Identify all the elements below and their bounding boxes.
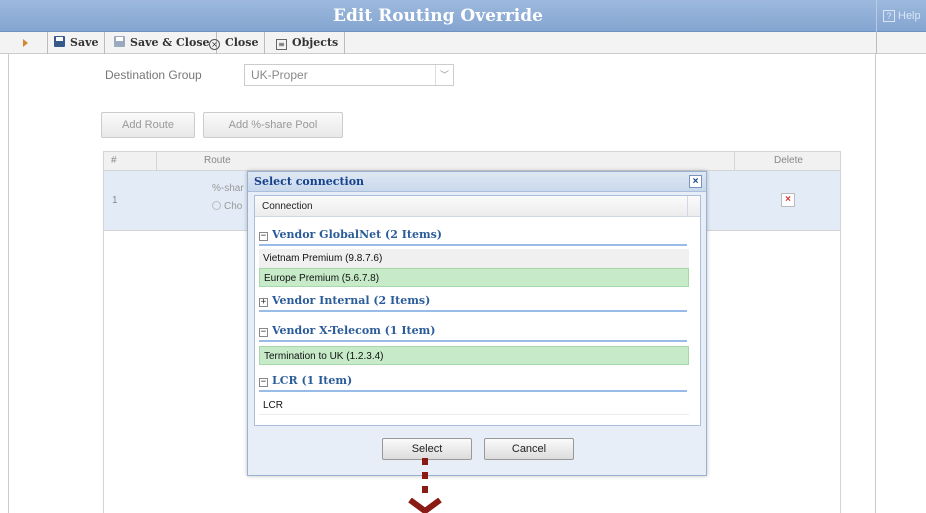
dialog-header: Select connection ×: [248, 172, 706, 192]
column-route: Route: [204, 155, 231, 166]
collapse-icon[interactable]: −: [259, 232, 268, 241]
group-lcr[interactable]: − LCR (1 Item): [259, 370, 687, 392]
dialog-close-icon[interactable]: ×: [689, 175, 702, 188]
collapse-icon[interactable]: −: [259, 378, 268, 387]
help-label: Help: [898, 10, 921, 22]
row-route-choice-label: Cho: [224, 201, 243, 212]
close-label: Close: [225, 36, 259, 49]
connection-column-header[interactable]: Connection: [255, 196, 700, 217]
group-label: Vendor Internal (2 Items): [272, 294, 431, 307]
column-divider: [156, 152, 157, 170]
save-disk-icon: [54, 36, 65, 47]
save-button[interactable]: Save: [48, 32, 106, 54]
select-button[interactable]: Select: [382, 438, 472, 460]
save-close-label: Save & Close: [130, 36, 210, 49]
column-number: #: [111, 155, 117, 166]
annotation-dash: [422, 486, 428, 493]
group-label: Vendor GlobalNet (2 Items): [272, 228, 442, 241]
list-item-selected[interactable]: Europe Premium (5.6.7.8): [259, 268, 689, 287]
row-route-choice[interactable]: Cho: [212, 201, 242, 212]
group-label: Vendor X-Telecom (1 Item): [272, 324, 436, 337]
connection-list: Connection − Vendor GlobalNet (2 Items) V…: [254, 195, 701, 426]
group-vendor-x-telecom[interactable]: − Vendor X-Telecom (1 Item): [259, 320, 687, 342]
group-vendor-internal[interactable]: + Vendor Internal (2 Items): [259, 290, 687, 312]
cancel-button[interactable]: Cancel: [484, 438, 574, 460]
annotation-dash: [422, 458, 428, 465]
row-route-pool-label: %-shar: [212, 183, 244, 194]
column-divider: [734, 152, 735, 170]
destination-group-label: Destination Group: [105, 68, 202, 82]
help-link[interactable]: ? Help: [876, 0, 926, 32]
list-item-selected[interactable]: Termination to UK (1.2.3.4): [259, 346, 689, 365]
chevron-down-icon[interactable]: ﹀: [435, 65, 453, 85]
objects-icon: ≡: [276, 39, 287, 50]
destination-group-select[interactable]: UK-Proper ﹀: [244, 64, 454, 86]
save-close-disk-icon: [114, 36, 125, 47]
close-button[interactable]: × Close: [203, 32, 266, 54]
connection-column-label: Connection: [262, 201, 313, 212]
toolbar-expand-button[interactable]: [0, 32, 48, 54]
arrow-down-icon: [408, 498, 442, 513]
group-vendor-globalnet[interactable]: − Vendor GlobalNet (2 Items): [259, 224, 687, 246]
play-arrow-icon: [23, 39, 28, 47]
radio-icon[interactable]: [212, 201, 221, 210]
delete-row-icon[interactable]: ×: [781, 193, 795, 207]
close-circle-icon: ×: [209, 39, 220, 50]
objects-button[interactable]: ≡ Objects: [270, 32, 346, 54]
list-item[interactable]: LCR: [259, 396, 689, 415]
toolbar-divider: [876, 32, 877, 54]
collapse-icon[interactable]: −: [259, 328, 268, 337]
column-delete: Delete: [774, 155, 803, 166]
routes-grid-header: # Route Delete: [103, 151, 841, 171]
objects-label: Objects: [292, 36, 339, 49]
title-bar: Edit Routing Override ? Help: [0, 0, 926, 32]
dialog-footer: Select Cancel: [254, 427, 701, 471]
select-connection-dialog: Select connection × Connection − Vendor G…: [247, 171, 707, 476]
group-label: LCR (1 Item): [272, 374, 353, 387]
list-item[interactable]: Vietnam Premium (9.8.7.6): [259, 249, 689, 268]
add-route-button[interactable]: Add Route: [101, 112, 195, 138]
column-divider: [687, 196, 688, 217]
expand-icon[interactable]: +: [259, 298, 268, 307]
dialog-title: Select connection: [254, 175, 365, 188]
save-label: Save: [70, 36, 99, 49]
edit-routing-override-window: Edit Routing Override ? Help Save Save & …: [0, 0, 926, 513]
annotation-dash: [422, 472, 428, 479]
toolbar: Save Save & Close × Close ≡ Objects: [0, 32, 926, 54]
window-title: Edit Routing Override: [333, 6, 543, 26]
destination-group-value: UK-Proper: [251, 68, 308, 82]
save-close-button[interactable]: Save & Close: [108, 32, 217, 54]
row-number: 1: [112, 195, 118, 206]
add-share-pool-button[interactable]: Add %-share Pool: [203, 112, 343, 138]
help-icon: ?: [883, 10, 895, 22]
